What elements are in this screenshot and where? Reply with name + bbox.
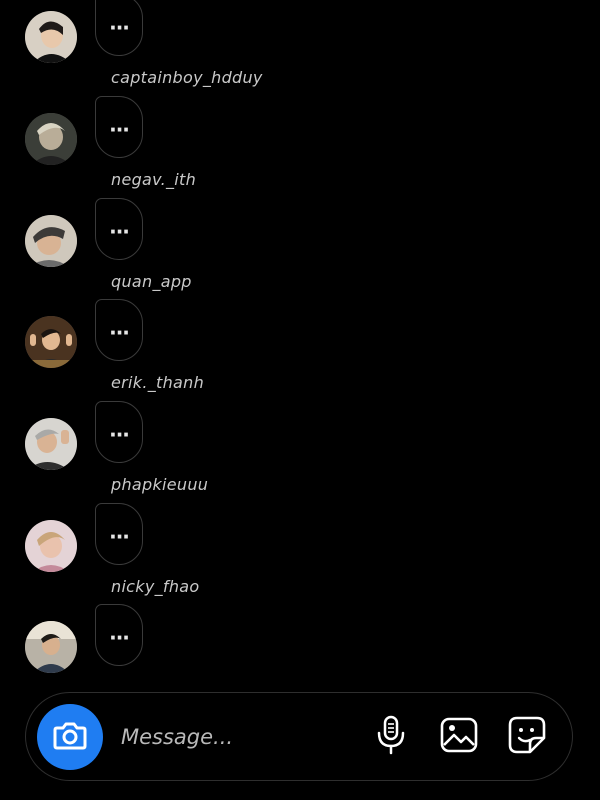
typing-row: ... quan_app	[0, 190, 600, 292]
typing-row: ... captainboy_hdduy	[0, 0, 600, 88]
typing-dots: ...	[109, 10, 130, 35]
microphone-icon	[375, 715, 407, 759]
avatar[interactable]	[25, 215, 77, 267]
avatar[interactable]	[25, 621, 77, 673]
typing-dots: ...	[109, 620, 130, 645]
typing-row: ... phapkieuuu	[0, 393, 600, 495]
typing-row: ... negav._ith	[0, 88, 600, 190]
typing-row: ... erik._thanh	[0, 291, 600, 393]
username-label: nicky_fhao	[111, 577, 200, 596]
username-label: quan_app	[111, 272, 192, 291]
username-label: negav._ith	[111, 170, 197, 189]
typing-row: ...	[0, 596, 600, 698]
camera-icon	[53, 720, 87, 754]
avatar[interactable]	[25, 11, 77, 63]
typing-bubble: ...	[95, 401, 143, 463]
username-label: phapkieuuu	[111, 475, 209, 494]
voice-message-button[interactable]	[369, 715, 413, 759]
avatar[interactable]	[25, 113, 77, 165]
username-label: erik._thanh	[111, 373, 205, 392]
direct-message-screen: ... captainboy_hdduy ... negav._ith ... …	[0, 0, 600, 800]
message-composer	[25, 692, 573, 781]
camera-button[interactable]	[37, 704, 103, 770]
typing-dots: ...	[109, 417, 130, 442]
avatar[interactable]	[25, 520, 77, 572]
message-input[interactable]	[121, 719, 351, 755]
typing-dots: ...	[109, 315, 130, 340]
typing-bubble: ...	[95, 299, 143, 361]
gallery-icon	[440, 717, 478, 757]
username-label: captainboy_hdduy	[111, 68, 263, 87]
typing-dots: ...	[109, 519, 130, 544]
typing-dots: ...	[109, 214, 130, 239]
message-thread[interactable]: ... captainboy_hdduy ... negav._ith ... …	[0, 0, 600, 690]
typing-bubble: ...	[95, 96, 143, 158]
typing-row: ... nicky_fhao	[0, 495, 600, 597]
typing-bubble: ...	[95, 0, 143, 56]
typing-bubble: ...	[95, 503, 143, 565]
typing-bubble: ...	[95, 198, 143, 260]
avatar[interactable]	[25, 418, 77, 470]
typing-dots: ...	[109, 112, 130, 137]
typing-bubble: ...	[95, 604, 143, 666]
avatar[interactable]	[25, 316, 77, 368]
sticker-icon	[508, 716, 546, 758]
sticker-button[interactable]	[505, 715, 549, 759]
gallery-button[interactable]	[437, 715, 481, 759]
